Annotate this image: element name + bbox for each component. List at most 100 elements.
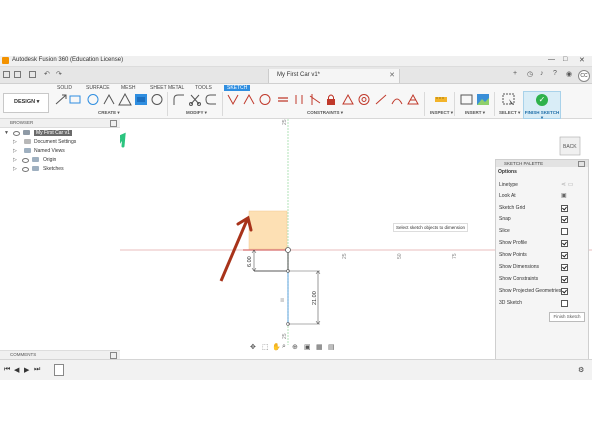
redo-icon[interactable]: ↷ [56,70,62,78]
concentric-icon[interactable] [258,93,272,106]
select-group-label[interactable]: SELECT ▾ [499,110,520,116]
comments-panel[interactable]: COMMENTS [0,350,120,359]
palette-finish-sketch-button[interactable]: Finish Sketch [549,312,585,322]
polygon-icon[interactable] [118,93,132,106]
options-section-label[interactable]: Options [498,169,517,175]
previous-step-button[interactable]: ◀ [14,366,19,374]
look-at-icon[interactable]: ▣ [561,192,567,199]
origin-point[interactable] [285,247,291,253]
smooth-icon[interactable] [406,93,420,106]
orbit-icon[interactable]: ✥ [250,343,256,351]
sketch-grid-checkbox[interactable] [561,205,568,212]
rectangle-icon[interactable] [134,93,148,106]
equal-icon[interactable] [276,93,290,106]
symmetry-icon[interactable] [357,93,371,106]
curvature-icon[interactable] [390,93,404,106]
viewports-icon[interactable]: ▤ [328,343,335,351]
coincident-icon[interactable] [226,93,240,106]
expand-icon[interactable]: ▼ [4,130,9,136]
expand-icon[interactable]: ▷ [13,166,17,172]
show-constraints-checkbox[interactable] [561,276,568,283]
browser-item-document-settings[interactable]: ▷ Document Settings [0,138,120,146]
visibility-eye-icon[interactable] [22,167,29,172]
tab-surface[interactable]: SURFACE [86,85,110,91]
new-tab-icon[interactable]: + [513,70,517,77]
close-window-button[interactable]: ✕ [579,56,585,64]
clock-icon[interactable]: ◷ [527,70,533,78]
create-sketch-icon[interactable] [54,93,68,106]
circle-icon[interactable] [86,93,100,106]
visibility-eye-icon[interactable] [22,158,29,163]
tangent-icon[interactable] [341,93,355,106]
show-dimensions-checkbox[interactable] [561,264,568,271]
jobs-icon[interactable]: ◉ [566,70,572,78]
create-group-label[interactable]: CREATE ▾ [98,110,120,116]
tab-sheet-metal[interactable]: SHEET METAL [150,85,184,91]
avatar[interactable]: CC [578,70,590,82]
tab-solid[interactable]: SOLID [57,85,72,91]
finish-sketch-button[interactable]: ✓ FINISH SKETCH ▾ [523,91,561,120]
document-tab[interactable]: My First Car v1* ✕ [268,69,400,83]
dimension-6mm[interactable]: 6.00 [247,256,253,267]
insert-group-label[interactable]: INSERT ▾ [465,110,485,116]
browser-item-origin[interactable]: ▷ Origin [0,156,120,164]
insert-canvas-icon[interactable] [460,93,474,106]
expand-icon[interactable]: ▷ [13,157,17,163]
collapse-palette-icon[interactable] [578,161,585,167]
help-icon[interactable]: ? [553,70,557,77]
collapse-browser-icon[interactable] [110,120,117,127]
sketch-palette-header[interactable]: SKETCH PALETTE [496,160,588,167]
browser-item-root[interactable]: ▼ My First Car v1 [0,129,120,137]
sketch-profile[interactable] [248,210,288,250]
add-comment-icon[interactable] [110,352,117,359]
constraints-group-label[interactable]: CONSTRAINTS ▾ [307,110,343,116]
close-tab-icon[interactable]: ✕ [389,71,395,79]
show-projected-checkbox[interactable] [561,288,568,295]
linetype-icon[interactable]: ⋖ ▭ [561,181,573,188]
fillet-icon[interactable] [172,93,186,106]
measure-icon[interactable] [434,93,448,106]
parallel-icon[interactable] [308,93,322,106]
modify-group-label[interactable]: MODIFY ▾ [186,110,207,116]
fit-icon[interactable]: ⊕ [292,343,298,351]
inspect-group-label[interactable]: INSPECT ▾ [430,110,453,116]
minimize-button[interactable]: — [548,56,555,63]
trim-icon[interactable] [188,93,202,106]
dimension-21mm[interactable]: 21.00 [312,291,318,305]
first-step-button[interactable]: ⏮ [4,366,10,374]
pan-icon[interactable]: ✋ [272,343,281,351]
data-panel-icon[interactable] [3,71,10,78]
undo-icon[interactable]: ↶ [44,70,50,78]
workspace-selector[interactable]: DESIGN ▾ [3,93,49,113]
slice-checkbox[interactable] [561,228,568,235]
sketch-feature-icon[interactable] [54,364,64,376]
show-points-checkbox[interactable] [561,252,568,259]
collinear-icon[interactable] [242,93,256,106]
tab-tools[interactable]: TOOLS [195,85,212,91]
zoom-icon[interactable]: ⌕ [282,343,286,351]
timeline-settings-icon[interactable]: ⚙ [578,366,584,374]
line-icon[interactable] [68,93,82,106]
perpendicular-icon[interactable] [292,93,306,106]
tab-mesh[interactable]: MESH [121,85,135,91]
save-icon[interactable] [29,71,36,78]
fix-lock-icon[interactable] [324,93,338,106]
tab-sketch[interactable]: SKETCH [224,85,251,91]
visibility-eye-icon[interactable] [13,131,20,136]
browser-item-sketches[interactable]: ▷ Sketches [0,165,120,173]
bell-icon[interactable]: ♪ [540,70,544,77]
display-settings-icon[interactable]: ▣ [304,343,311,351]
spline-icon[interactable] [150,93,164,106]
offset-icon[interactable] [204,93,218,106]
play-button[interactable]: ▶ [24,366,29,374]
maximize-button[interactable]: □ [563,56,567,63]
last-step-button[interactable]: ⏭ [34,366,40,374]
viewcube[interactable]: BACK [559,136,581,156]
insert-image-icon[interactable] [476,93,490,106]
expand-icon[interactable]: ▷ [13,148,17,154]
snap-checkbox[interactable] [561,216,568,223]
browser-item-named-views[interactable]: ▷ Named Views [0,147,120,155]
file-menu-icon[interactable] [14,71,21,78]
grid-settings-icon[interactable]: ▦ [316,343,323,351]
browser-header[interactable]: BROWSER [0,119,120,128]
